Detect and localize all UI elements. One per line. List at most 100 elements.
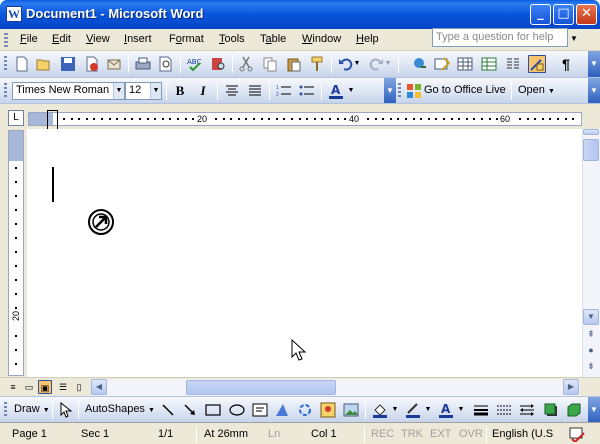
scroll-left-button[interactable]: ◀ bbox=[91, 379, 107, 395]
show-hide-icon[interactable]: ¶ bbox=[558, 56, 574, 72]
shadow-style-icon[interactable] bbox=[543, 402, 559, 418]
line-icon[interactable] bbox=[160, 402, 176, 418]
menu-insert[interactable]: Insert bbox=[124, 33, 152, 45]
spelling-icon[interactable]: ABC bbox=[187, 56, 203, 72]
insert-picture-icon[interactable] bbox=[343, 402, 359, 418]
scroll-right-button[interactable]: ▶ bbox=[563, 379, 579, 395]
toolbar-grip[interactable] bbox=[4, 83, 7, 99]
arrow-style-icon[interactable] bbox=[519, 402, 535, 418]
vertical-ruler[interactable]: 20 bbox=[8, 130, 24, 376]
bullets-icon[interactable] bbox=[299, 83, 315, 99]
email-icon[interactable] bbox=[106, 56, 122, 72]
open-icon[interactable] bbox=[36, 56, 52, 72]
clip-art-icon[interactable] bbox=[320, 402, 336, 418]
horizontal-scroll-thumb[interactable] bbox=[186, 380, 336, 395]
outline-view-button[interactable]: ☰ bbox=[56, 380, 70, 394]
office-live-options-button[interactable]: ▼ bbox=[588, 78, 600, 104]
italic-button[interactable]: I bbox=[195, 83, 211, 99]
line-style-icon[interactable] bbox=[473, 402, 489, 418]
toolbar-options-button[interactable]: ▼ bbox=[588, 51, 600, 77]
draw-menu-button[interactable]: Draw ▼ bbox=[14, 403, 50, 415]
spelling-status-icon[interactable] bbox=[568, 426, 586, 442]
minimize-button[interactable]: _ bbox=[530, 4, 551, 25]
menu-file[interactable]: File bbox=[20, 33, 38, 45]
print-preview-icon[interactable] bbox=[158, 56, 174, 72]
align-center-icon[interactable] bbox=[224, 83, 240, 99]
undo-icon[interactable] bbox=[338, 56, 354, 72]
redo-dropdown-icon[interactable]: ▼ bbox=[384, 56, 392, 72]
bold-button[interactable]: B bbox=[172, 83, 188, 99]
wordart-icon[interactable] bbox=[274, 402, 290, 418]
oval-icon[interactable] bbox=[229, 402, 245, 418]
hyperlink-icon[interactable] bbox=[412, 56, 428, 72]
open-menu-button[interactable]: Open ▼ bbox=[518, 84, 555, 96]
scroll-up-button[interactable] bbox=[583, 129, 599, 135]
paste-icon[interactable] bbox=[286, 56, 302, 72]
save-icon[interactable] bbox=[60, 56, 76, 72]
normal-view-button[interactable]: ≡ bbox=[6, 380, 20, 394]
menu-view[interactable]: View bbox=[86, 33, 110, 45]
rectangle-icon[interactable] bbox=[205, 402, 221, 418]
select-objects-icon[interactable] bbox=[58, 402, 74, 418]
fill-color-dropdown-icon[interactable]: ▼ bbox=[391, 402, 399, 418]
cut-icon[interactable] bbox=[238, 56, 254, 72]
menu-grip[interactable] bbox=[4, 33, 8, 47]
dash-style-icon[interactable] bbox=[496, 402, 512, 418]
menu-format[interactable]: Format bbox=[169, 33, 204, 45]
insert-table-icon[interactable] bbox=[457, 56, 473, 72]
status-rec[interactable]: REC bbox=[371, 428, 394, 440]
font-color-dropdown-icon[interactable]: ▼ bbox=[347, 83, 355, 99]
insert-excel-icon[interactable] bbox=[481, 56, 497, 72]
close-button[interactable]: ✕ bbox=[576, 4, 597, 25]
toolbar-grip[interactable] bbox=[4, 402, 7, 418]
indent-marker[interactable] bbox=[47, 110, 58, 130]
copy-icon[interactable] bbox=[262, 56, 278, 72]
toolbar-grip[interactable] bbox=[398, 83, 401, 99]
menu-tools[interactable]: Tools bbox=[219, 33, 245, 45]
undo-dropdown-icon[interactable]: ▼ bbox=[353, 56, 361, 72]
status-ext[interactable]: EXT bbox=[430, 428, 451, 440]
numbering-icon[interactable]: 12 bbox=[276, 83, 292, 99]
next-page-button[interactable]: ⇟ bbox=[583, 361, 599, 372]
diagram-icon[interactable] bbox=[297, 402, 313, 418]
line-color-dropdown-icon[interactable]: ▼ bbox=[424, 402, 432, 418]
autoshapes-menu-button[interactable]: AutoShapes ▼ bbox=[85, 403, 155, 415]
research-icon[interactable] bbox=[210, 56, 226, 72]
drawing-options-button[interactable]: ▼ bbox=[588, 397, 600, 423]
font-color-draw-dropdown-icon[interactable]: ▼ bbox=[457, 402, 465, 418]
tables-borders-icon[interactable] bbox=[434, 56, 450, 72]
vertical-scroll-thumb[interactable] bbox=[583, 139, 599, 161]
3d-style-icon[interactable] bbox=[566, 402, 582, 418]
go-to-office-live-button[interactable]: Go to Office Live bbox=[424, 84, 506, 96]
redo-icon[interactable] bbox=[368, 56, 384, 72]
line-color-icon[interactable] bbox=[405, 402, 421, 418]
menu-table[interactable]: Table bbox=[260, 33, 286, 45]
word-app-icon[interactable]: W bbox=[6, 6, 22, 22]
font-color-icon[interactable]: A bbox=[328, 83, 344, 99]
format-painter-icon[interactable] bbox=[309, 56, 325, 72]
chevron-down-icon[interactable]: ▼ bbox=[113, 83, 124, 99]
menu-window[interactable]: Window bbox=[302, 33, 341, 45]
help-search-input[interactable]: Type a question for help bbox=[432, 28, 568, 47]
vertical-scrollbar[interactable]: ▼ ⇞ ● ⇟ bbox=[582, 129, 600, 377]
scroll-down-button[interactable]: ▼ bbox=[583, 309, 599, 325]
horizontal-scrollbar[interactable]: ◀ ▶ bbox=[91, 379, 580, 396]
tab-selector[interactable]: L bbox=[8, 110, 24, 126]
menu-edit[interactable]: Edit bbox=[52, 33, 71, 45]
new-document-icon[interactable] bbox=[14, 56, 30, 72]
reading-layout-view-button[interactable]: ▯ bbox=[72, 380, 86, 394]
arrow-icon[interactable] bbox=[182, 402, 198, 418]
previous-page-button[interactable]: ⇞ bbox=[583, 329, 599, 340]
horizontal-ruler[interactable]: 20 40 60 bbox=[28, 110, 582, 130]
menu-help[interactable]: Help bbox=[356, 33, 379, 45]
web-layout-view-button[interactable]: ▭ bbox=[22, 380, 36, 394]
font-size-select[interactable]: 12 ▼ bbox=[125, 82, 162, 100]
status-ovr[interactable]: OVR bbox=[459, 428, 483, 440]
columns-icon[interactable] bbox=[505, 56, 521, 72]
chevron-down-icon[interactable]: ▼ bbox=[150, 83, 161, 99]
print-layout-view-button[interactable]: ▣ bbox=[38, 380, 52, 394]
drawing-toggle-button[interactable] bbox=[528, 55, 546, 73]
maximize-button[interactable]: □ bbox=[553, 4, 574, 25]
help-dropdown-icon[interactable]: ▼ bbox=[570, 34, 578, 43]
fill-color-icon[interactable] bbox=[372, 402, 388, 418]
